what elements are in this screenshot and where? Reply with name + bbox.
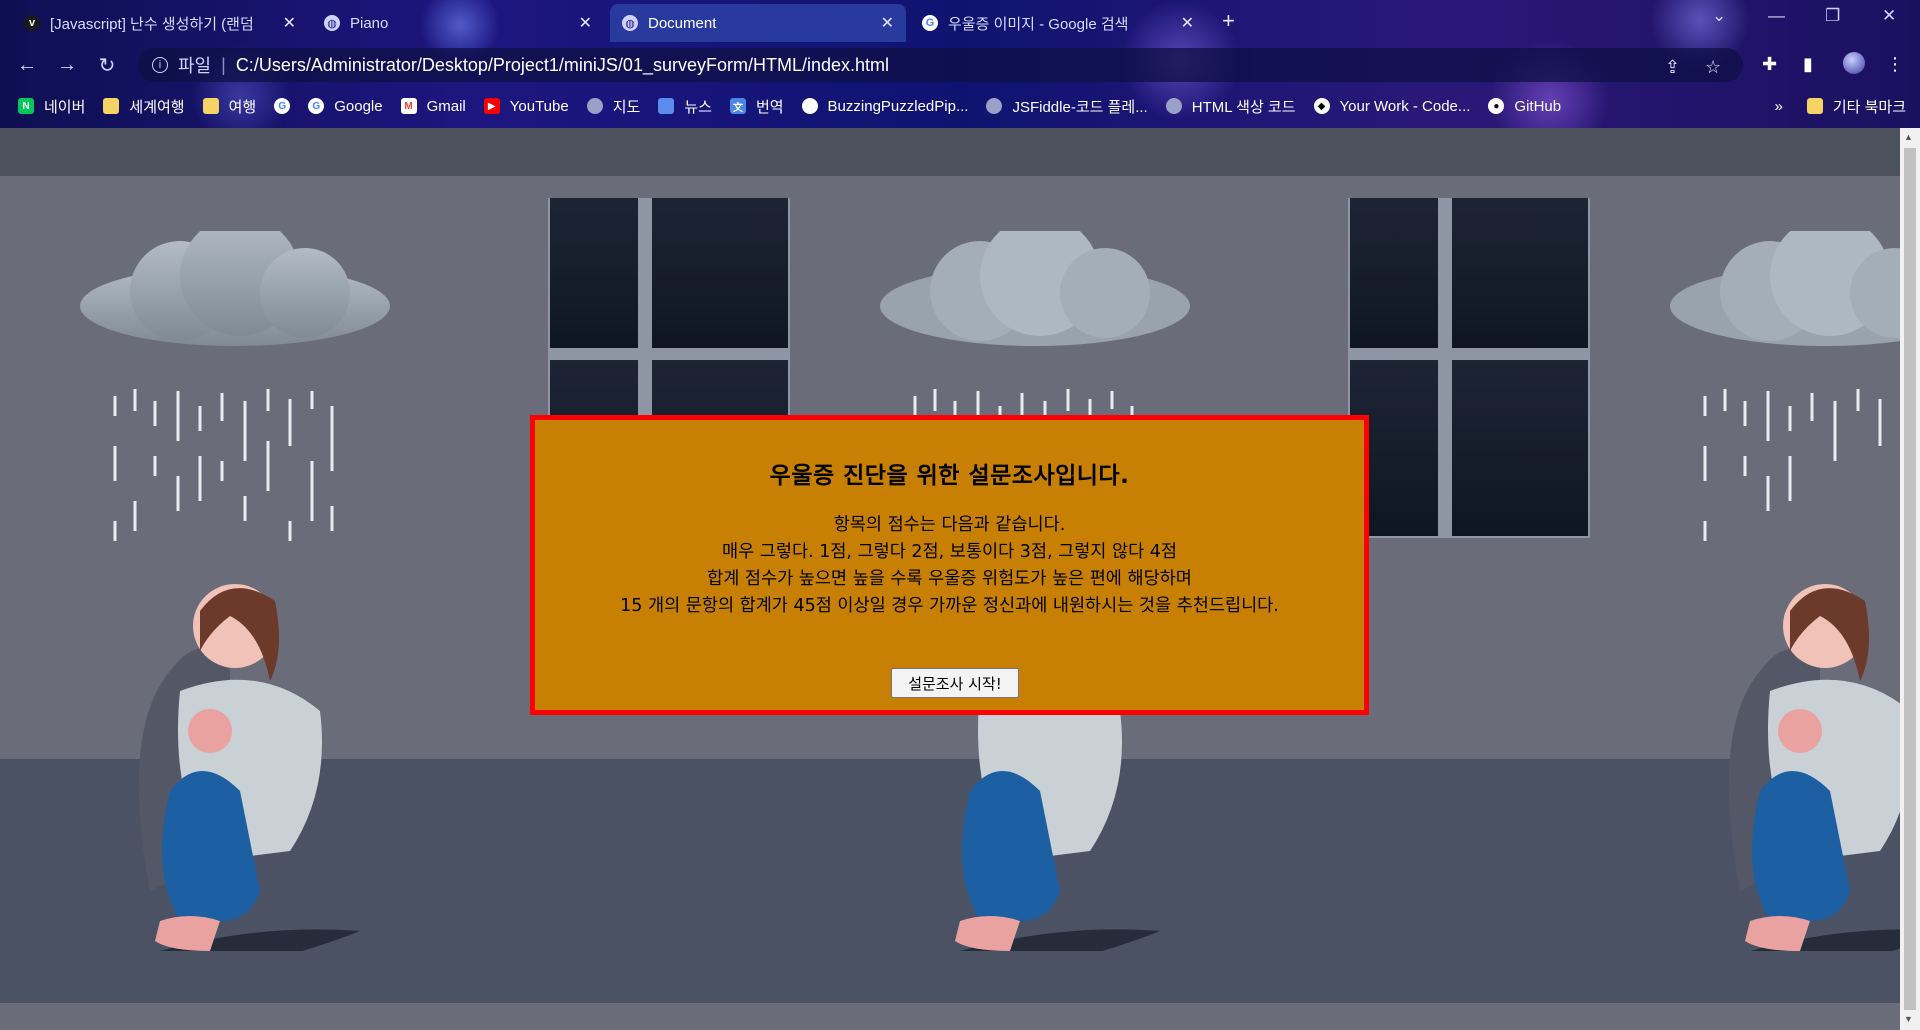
folder-icon	[1806, 98, 1823, 114]
address-bar[interactable]: i 파일 | C:/Users/Administrator/Desktop/Pr…	[138, 48, 1743, 82]
forward-arrow-icon[interactable]: →	[52, 50, 82, 80]
restore-icon[interactable]: ❐	[1825, 6, 1840, 26]
survey-description: 항목의 점수는 다음과 같습니다. 매우 그렇다. 1점, 그렇다 2점, 보통…	[535, 512, 1364, 620]
scroll-up-arrow-icon[interactable]: ▲	[1904, 132, 1913, 142]
google-icon: G	[308, 98, 325, 114]
description-line: 항목의 점수는 다음과 같습니다.	[833, 515, 1066, 535]
google-icon: G	[922, 15, 938, 31]
folder-icon	[202, 98, 219, 114]
back-arrow-icon[interactable]: ←	[12, 50, 42, 80]
tab-document[interactable]: ◍ Document ✕	[610, 4, 906, 42]
background-repeat-strip	[0, 1003, 1900, 1030]
survey-title: 우울증 진단을 위한 설문조사입니다.	[769, 463, 1130, 489]
news-icon	[658, 98, 675, 114]
reload-icon[interactable]: ↻	[92, 50, 122, 80]
toolbar: ← → ↻ i 파일 | C:/Users/Administrator/Desk…	[0, 44, 1920, 86]
address-separator: |	[221, 54, 226, 75]
bookmark-gmail[interactable]: M Gmail	[400, 98, 466, 115]
tab-javascript-random[interactable]: v [Javascript] 난수 생성하기 (랜덤 ✕	[12, 4, 308, 42]
globe-icon: ◍	[622, 15, 638, 31]
github-icon: ●	[1488, 98, 1505, 114]
bookmark-folder-world-travel[interactable]: 세계여행	[103, 96, 185, 117]
naver-icon: N	[18, 98, 34, 114]
globe-icon	[586, 98, 603, 114]
survey-intro-modal: 우울증 진단을 위한 설문조사입니다. 항목의 점수는 다음과 같습니다. 매우…	[530, 415, 1369, 715]
vertical-scrollbar[interactable]: ▲ ▼	[1900, 128, 1920, 1030]
globe-icon	[1165, 98, 1182, 114]
rain-cloud-icon	[80, 231, 390, 541]
bookmark-jsfiddle[interactable]: JSFiddle-코드 플레...	[986, 96, 1148, 117]
bookmark-html-color[interactable]: HTML 색상 코드	[1165, 96, 1296, 117]
replit-icon	[801, 98, 818, 114]
menu-kebab-icon[interactable]: ⋮	[1886, 54, 1904, 75]
description-line: 15 개의 문항의 합계가 45점 이상일 경우 가까운 정신과에 내원하시는 …	[620, 596, 1279, 616]
scroll-down-arrow-icon[interactable]: ▼	[1904, 1014, 1913, 1024]
sad-woman-figure	[955, 679, 1160, 951]
start-survey-button[interactable]: 설문조사 시작!	[891, 668, 1019, 698]
bookmark-news[interactable]: 뉴스	[658, 96, 712, 117]
other-bookmarks-folder[interactable]: 기타 북마크	[1806, 96, 1906, 117]
bookmark-google-short[interactable]: G	[274, 98, 291, 114]
tab-close-icon[interactable]: ✕	[579, 13, 592, 33]
gmail-icon: M	[400, 98, 417, 114]
description-line: 매우 그렇다. 1점, 그렇다 2점, 보통이다 3점, 그렇지 않다 4점	[722, 542, 1177, 562]
scheme-label: 파일	[178, 56, 212, 76]
sad-woman-figure	[138, 584, 360, 951]
sad-person-illustration	[80, 231, 390, 951]
scrollbar-thumb[interactable]	[1904, 148, 1916, 1010]
share-icon[interactable]: ⇪	[1665, 57, 1680, 78]
url-text[interactable]: C:/Users/Administrator/Desktop/Project1/…	[236, 55, 889, 76]
bookmark-naver[interactable]: N 네이버	[18, 96, 85, 117]
browser-chrome: v [Javascript] 난수 생성하기 (랜덤 ✕ ◍ Piano ✕ ◍…	[0, 0, 1920, 128]
tab-close-icon[interactable]: ✕	[1181, 13, 1194, 33]
youtube-icon: ▶	[483, 98, 500, 114]
window-illustration	[1348, 198, 1590, 538]
tab-close-icon[interactable]: ✕	[881, 13, 894, 33]
bookmark-google[interactable]: G Google	[308, 98, 383, 115]
new-tab-plus-icon[interactable]: +	[1222, 8, 1235, 34]
extensions-puzzle-icon[interactable]: ✚	[1762, 54, 1777, 75]
bookmark-replit[interactable]: BuzzingPuzzledPip...	[801, 98, 968, 115]
bookmarks-overflow-button[interactable]: »	[1774, 98, 1782, 115]
folder-icon	[103, 98, 120, 114]
profile-avatar[interactable]	[1843, 52, 1865, 74]
tab-favicon-icon: v	[24, 15, 40, 31]
globe-icon: ◍	[324, 15, 340, 31]
tab-piano[interactable]: ◍ Piano ✕	[312, 4, 604, 42]
description-line: 합계 점수가 높으면 높을 수록 우울증 위험도가 높은 편에 해당하며	[707, 569, 1192, 589]
close-window-icon[interactable]: ✕	[1882, 6, 1896, 26]
translate-icon: 文	[729, 98, 746, 114]
sad-person-illustration	[1670, 231, 1900, 951]
bookmark-translate[interactable]: 文 번역	[729, 96, 784, 117]
info-icon[interactable]: i	[152, 57, 168, 73]
rain-cloud-icon	[1670, 231, 1900, 541]
bookmark-star-icon[interactable]: ☆	[1705, 57, 1721, 78]
side-panel-icon[interactable]: ▮	[1803, 54, 1813, 75]
tab-strip: v [Javascript] 난수 생성하기 (랜덤 ✕ ◍ Piano ✕ ◍…	[0, 0, 1920, 42]
tab-close-icon[interactable]: ✕	[283, 13, 296, 33]
bookmark-github[interactable]: ● GitHub	[1488, 98, 1561, 115]
tab-search-chevron-icon[interactable]: ⌄	[1712, 6, 1726, 26]
bookmark-maps[interactable]: 지도	[586, 96, 640, 117]
globe-icon	[986, 98, 1003, 114]
codepen-icon: ◆	[1313, 98, 1330, 114]
google-icon: G	[274, 98, 291, 114]
bookmark-youtube[interactable]: ▶ YouTube	[483, 98, 569, 115]
tab-google-search[interactable]: G 우울증 이미지 - Google 검색 ✕	[910, 4, 1206, 42]
sad-woman-figure	[1728, 584, 1900, 951]
minimize-icon[interactable]: —	[1768, 6, 1785, 26]
bookmark-codepen[interactable]: ◆ Your Work - Code...	[1313, 98, 1470, 115]
bookmark-folder-travel[interactable]: 여행	[202, 96, 256, 117]
bookmarks-bar: N 네이버 세계여행 여행 G G Google M Gmail ▶ YouTube 지…	[0, 90, 1920, 122]
